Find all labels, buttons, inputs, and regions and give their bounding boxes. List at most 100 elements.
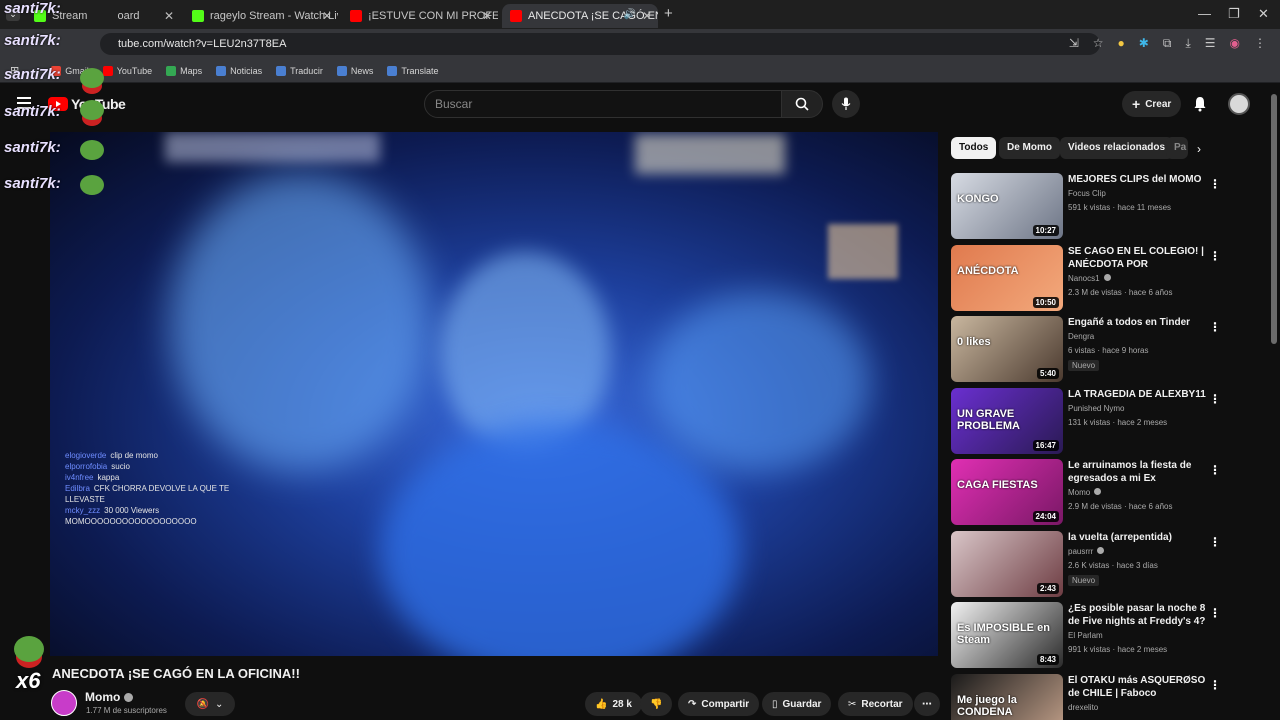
- related-video-item[interactable]: Me juego la CONDENA El OTAKU más ASQUERØS…: [951, 674, 1221, 720]
- related-video-title[interactable]: SE CAGO EN EL COLEGIO! | ANÉCDOTA POR LO…: [1068, 245, 1208, 271]
- page-scrollbar[interactable]: [1270, 84, 1278, 720]
- related-video-item[interactable]: Es IMPOSIBLE en Steam 8:43 ¿Es posible pas…: [951, 602, 1221, 668]
- speaker-icon[interactable]: 🔊: [624, 9, 636, 20]
- related-video-channel[interactable]: Momo: [1068, 486, 1218, 500]
- more-vertical-icon[interactable]: ⋮: [1209, 678, 1221, 692]
- account-avatar[interactable]: [1228, 93, 1250, 115]
- related-video-channel[interactable]: Focus Clip: [1068, 187, 1218, 201]
- bookmark-label: Traducir: [290, 65, 323, 76]
- like-button[interactable]: 👍 28 k: [585, 692, 642, 716]
- tab-title: ¡ESTUVE CON MI PROFESORA!: [368, 10, 498, 22]
- related-video-item[interactable]: KONGO 10:27 MEJORES CLIPS del MOMO Focus Cl…: [951, 173, 1221, 239]
- close-window-icon[interactable]: ✕: [1258, 6, 1269, 22]
- bookmark-item[interactable]: Traducir: [276, 65, 323, 76]
- related-video-channel[interactable]: El Parlam: [1068, 629, 1218, 643]
- scrollbar-thumb[interactable]: [1271, 94, 1277, 344]
- close-tab-icon[interactable]: ✕: [164, 9, 174, 23]
- profile-icon[interactable]: ◉: [1230, 36, 1240, 51]
- bookmark-item[interactable]: YouTube: [102, 65, 152, 76]
- create-button[interactable]: + Crear: [1122, 91, 1182, 117]
- voice-search-button[interactable]: [832, 90, 860, 118]
- related-video-title[interactable]: El OTAKU más ASQUERØSO de CHILE | Faboco: [1068, 674, 1208, 700]
- reading-list-icon[interactable]: ☰: [1205, 36, 1216, 51]
- share-button[interactable]: ↷ Compartir: [678, 692, 760, 716]
- related-video-channel[interactable]: Nanocs1: [1068, 272, 1218, 286]
- clip-button[interactable]: ✂ Recortar: [838, 692, 913, 716]
- related-video-item[interactable]: 0 likes 5:40 Engañé a todos en Tinder Dengr…: [951, 316, 1221, 382]
- new-badge: Nuevo: [1068, 360, 1100, 371]
- notifications-button[interactable]: [1190, 94, 1210, 114]
- install-icon[interactable]: ⇲: [1069, 36, 1079, 51]
- chat-text: clip de momo: [110, 451, 158, 460]
- related-video-title[interactable]: MEJORES CLIPS del MOMO: [1068, 173, 1208, 186]
- video-thumbnail[interactable]: 0 likes 5:40: [951, 316, 1063, 382]
- video-thumbnail[interactable]: ANÉCDOTA 10:50: [951, 245, 1063, 311]
- chip-from-channel[interactable]: De Momo: [999, 137, 1060, 159]
- related-video-title[interactable]: la vuelta (arrepentida): [1068, 531, 1208, 544]
- restore-icon[interactable]: ❐: [1228, 6, 1240, 22]
- more-vertical-icon[interactable]: ⋮: [1209, 535, 1221, 549]
- related-video-item[interactable]: ANÉCDOTA 10:50 SE CAGO EN EL COLEGIO! | AN…: [951, 245, 1221, 311]
- related-video-channel[interactable]: Dengra: [1068, 330, 1218, 344]
- search-input[interactable]: Buscar: [424, 90, 782, 118]
- video-player[interactable]: elogioverde clip de momo elporrofobia suci…: [50, 132, 938, 656]
- bookmark-star-icon[interactable]: ☆: [1093, 36, 1104, 51]
- video-thumbnail[interactable]: KONGO 10:27: [951, 173, 1063, 239]
- more-vertical-icon[interactable]: ⋮: [1209, 177, 1221, 191]
- tab-title-extra: oard: [117, 10, 140, 22]
- related-video-channel[interactable]: drexelito: [1068, 701, 1218, 715]
- subscription-bell-button[interactable]: 🔕 ⌄: [185, 692, 235, 716]
- puzzle-icon[interactable]: ⧉: [1163, 36, 1172, 51]
- close-tab-icon[interactable]: ✕: [642, 9, 652, 23]
- browser-tab[interactable]: rageylo Stream - Watch Live on ✕: [184, 4, 338, 28]
- related-video-item[interactable]: CAGA FIESTAS 24:04 Le arruinamos la fiesta…: [951, 459, 1221, 525]
- more-vertical-icon[interactable]: ⋮: [1209, 320, 1221, 334]
- chat-user: Edilbra: [65, 484, 90, 493]
- video-thumbnail[interactable]: UN GRAVE PROBLEMA 16:47: [951, 388, 1063, 454]
- bookmark-item[interactable]: Translate: [387, 65, 439, 76]
- related-video-title[interactable]: ¿Es posible pasar la noche 8 de Five nig…: [1068, 602, 1208, 628]
- related-video-item[interactable]: 2:43 la vuelta (arrepentida) pausrrr 2.6 K …: [951, 531, 1221, 597]
- more-vertical-icon[interactable]: ⋮: [1209, 392, 1221, 406]
- more-vertical-icon[interactable]: ⋮: [1209, 606, 1221, 620]
- video-thumbnail[interactable]: Me juego la CONDENA: [951, 674, 1063, 720]
- channel-name[interactable]: Momo: [85, 690, 134, 704]
- bookmark-item[interactable]: News: [336, 65, 373, 76]
- close-tab-icon[interactable]: ✕: [322, 9, 332, 23]
- dislike-button[interactable]: 👎: [640, 692, 673, 716]
- save-button[interactable]: ▯ Guardar: [762, 692, 832, 716]
- more-vertical-icon[interactable]: ⋮: [1209, 463, 1221, 477]
- bookmark-item[interactable]: Maps: [166, 65, 202, 76]
- video-thumbnail[interactable]: 2:43: [951, 531, 1063, 597]
- close-tab-icon[interactable]: ✕: [482, 9, 492, 23]
- related-video-channel[interactable]: Punished Nymo: [1068, 402, 1218, 416]
- translate-icon: [387, 65, 398, 76]
- chip-related[interactable]: Videos relacionados: [1060, 137, 1174, 159]
- channel-avatar[interactable]: [51, 690, 77, 716]
- video-thumbnail[interactable]: CAGA FIESTAS 24:04: [951, 459, 1063, 525]
- chip-all[interactable]: Todos: [951, 137, 997, 159]
- chip-more[interactable]: Pa: [1166, 137, 1188, 159]
- more-menu-icon[interactable]: ⋮: [1254, 36, 1266, 51]
- related-video-title[interactable]: Engañé a todos en Tinder: [1068, 316, 1208, 329]
- related-video-title[interactable]: LA TRAGEDIA DE ALEXBY11: [1068, 388, 1208, 401]
- more-vertical-icon[interactable]: ⋮: [1209, 249, 1221, 263]
- related-video-item[interactable]: UN GRAVE PROBLEMA 16:47 LA TRAGEDIA DE ALE…: [951, 388, 1221, 454]
- video-duration: 2:43: [1036, 583, 1059, 594]
- more-actions-button[interactable]: ⋯: [914, 692, 940, 716]
- new-tab-button[interactable]: +: [664, 5, 673, 22]
- minimize-icon[interactable]: —: [1198, 6, 1211, 21]
- related-video-views: 2.6 K vistas · hace 3 días: [1068, 561, 1158, 570]
- download-icon[interactable]: ⤓: [1185, 36, 1190, 51]
- browser-tab[interactable]: ¡ESTUVE CON MI PROFESORA! ✕: [342, 4, 498, 28]
- extension-icon[interactable]: ✱: [1139, 36, 1149, 51]
- related-video-channel[interactable]: pausrrr: [1068, 545, 1218, 559]
- url-input[interactable]: tube.com/watch?v=LEU2n37T8EA: [100, 33, 1100, 55]
- chevron-right-icon[interactable]: ›: [1197, 142, 1201, 156]
- search-button[interactable]: [781, 90, 823, 118]
- browser-tab-active[interactable]: ANECDOTA ¡SE CAGÓ EN L 🔊 ✕: [502, 4, 658, 28]
- video-thumbnail[interactable]: Es IMPOSIBLE en Steam 8:43: [951, 602, 1063, 668]
- related-video-title[interactable]: Le arruinamos la fiesta de egresados a m…: [1068, 459, 1208, 485]
- extension-icon[interactable]: ●: [1118, 36, 1125, 51]
- bookmark-item[interactable]: Noticias: [216, 65, 262, 76]
